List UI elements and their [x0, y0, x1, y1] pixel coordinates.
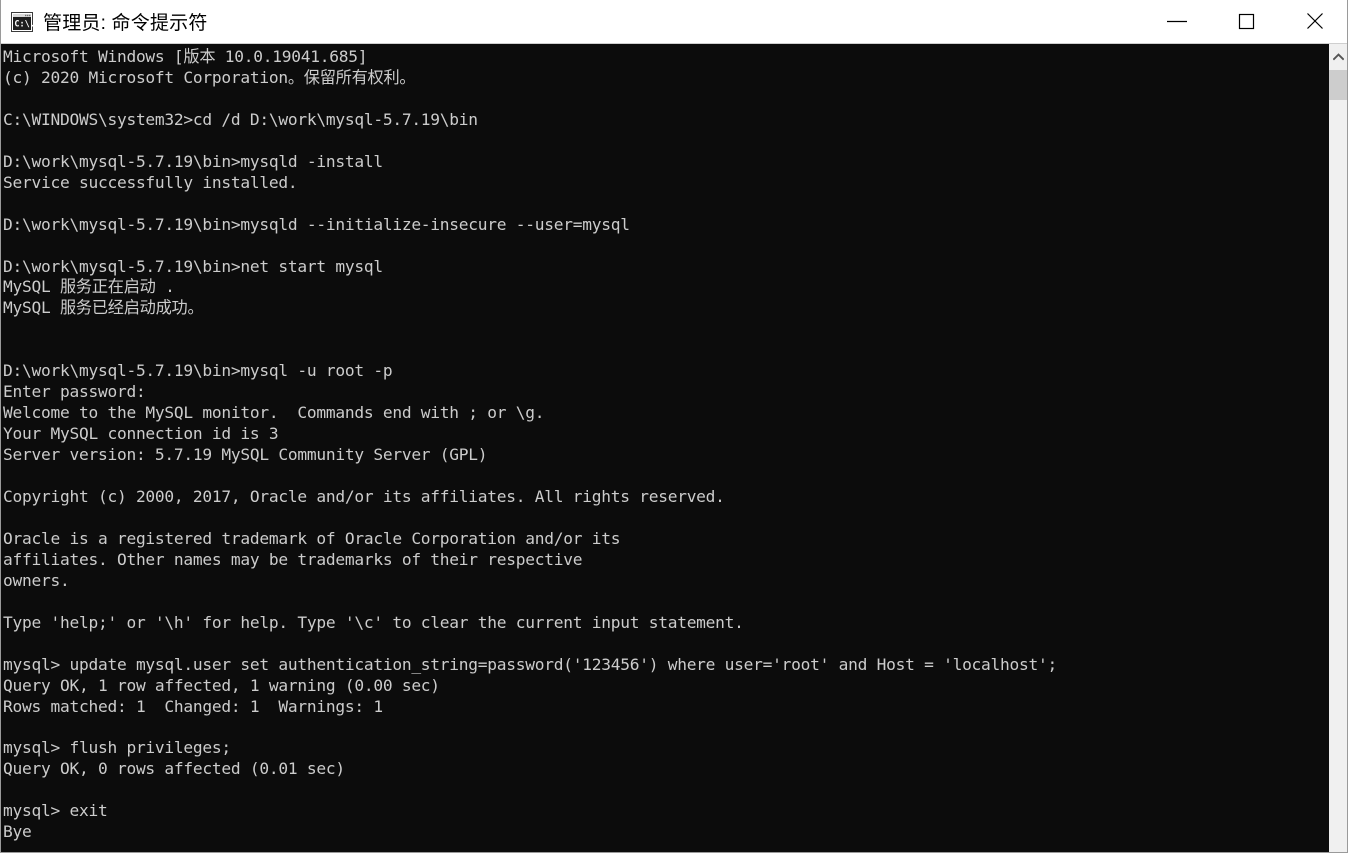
titlebar-left: C:\. 管理员: 命令提示符	[1, 8, 1142, 35]
window-controls	[1142, 0, 1347, 44]
minimize-button[interactable]	[1142, 0, 1211, 43]
titlebar[interactable]: C:\. 管理员: 命令提示符	[1, 0, 1347, 44]
console-output-area[interactable]: Microsoft Windows [版本 10.0.19041.685] (c…	[1, 44, 1330, 852]
scrollbar-thumb[interactable]	[1329, 70, 1347, 100]
chevron-up-icon	[1332, 53, 1344, 61]
window-title: 管理员: 命令提示符	[43, 13, 208, 34]
close-button[interactable]	[1280, 0, 1347, 43]
command-prompt-icon: C:\.	[11, 11, 35, 32]
console-text: Microsoft Windows [版本 10.0.19041.685] (c…	[3, 47, 1058, 842]
vertical-scrollbar[interactable]	[1328, 44, 1347, 852]
command-prompt-window: C:\. 管理员: 命令提示符 Microsoft Windows [版本 10…	[0, 0, 1348, 853]
svg-text:C:\.: C:\.	[14, 19, 33, 29]
scroll-up-button[interactable]	[1329, 44, 1347, 70]
maximize-button[interactable]	[1211, 0, 1280, 43]
